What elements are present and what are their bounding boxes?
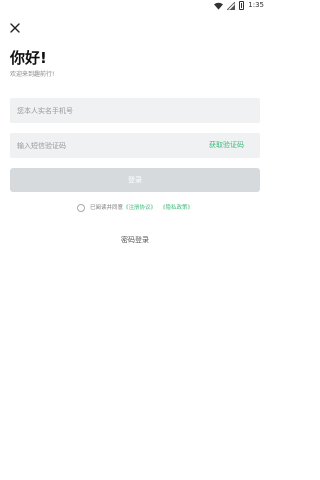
code-field: 获取验证码 (10, 133, 260, 158)
signal-icon (227, 1, 236, 10)
login-button[interactable]: 登录 (10, 168, 260, 192)
phone-input[interactable] (17, 98, 197, 123)
get-code-button[interactable]: 获取验证码 (209, 141, 244, 150)
phone-field (10, 98, 260, 123)
battery-icon (239, 1, 245, 10)
sms-code-input[interactable] (17, 133, 197, 158)
privacy-policy-link[interactable]: 《隐私政策》 (160, 204, 193, 212)
wifi-icon (214, 2, 224, 10)
status-bar: 1:35 (0, 0, 270, 12)
password-login-link[interactable]: 密码登录 (0, 236, 270, 245)
close-icon (10, 23, 20, 33)
close-button[interactable] (8, 20, 22, 34)
agreement-text: 已阅读并同意 (89, 205, 123, 211)
status-time: 1:35 (248, 1, 264, 9)
status-icons: 1:35 (214, 1, 264, 10)
agreement-content: 已阅读并同意 《注册协议》 《隐私政策》 (76, 204, 193, 212)
service-agreement-link[interactable]: 《注册协议》 (123, 204, 156, 212)
page-subtitle: 欢迎来到趣前行! (10, 71, 55, 78)
page-title: 你好! (10, 49, 47, 67)
agreement-row: 已阅读并同意 《注册协议》 《隐私政策》 (0, 204, 270, 212)
agreement-radio[interactable] (76, 204, 85, 212)
